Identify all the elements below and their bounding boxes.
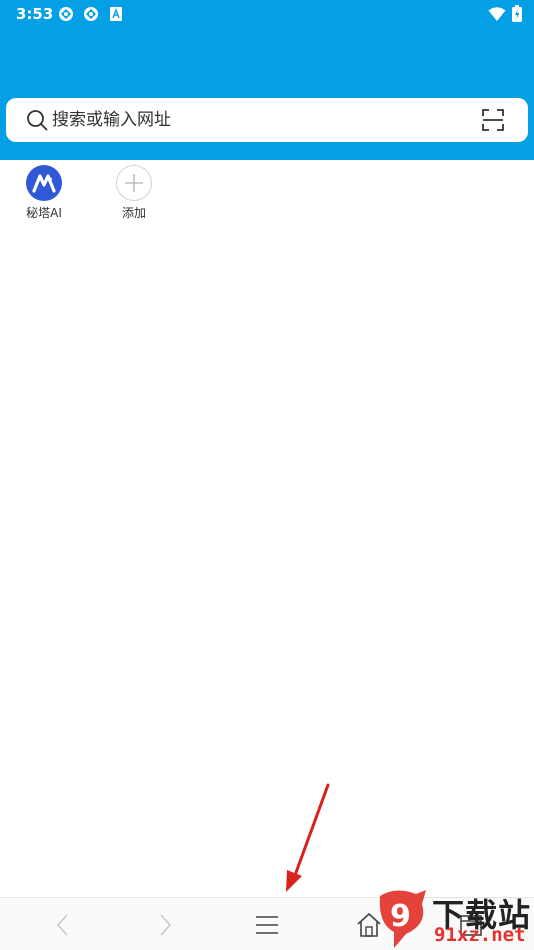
app-notification-icon — [59, 7, 73, 21]
search-icon — [27, 110, 48, 131]
plus-icon — [116, 165, 152, 201]
annotation-arrow-icon — [286, 783, 330, 892]
battery-icon — [512, 5, 522, 22]
back-icon[interactable] — [48, 910, 78, 940]
browser-home-screen: 3:53 搜索或输入网址 秘塔AI 添加 9 下载站 91xz.net — [0, 0, 534, 950]
status-time: 3:53 — [16, 5, 54, 23]
wifi-icon — [488, 6, 506, 21]
app-notification-icon — [84, 7, 98, 21]
search-bar[interactable]: 搜索或输入网址 — [6, 98, 528, 142]
shortcut-label: 添加 — [121, 206, 146, 220]
shortcut-add[interactable]: 添加 — [104, 165, 164, 221]
watermark-number: 9 — [390, 899, 411, 934]
shortcut-label: 秘塔AI — [26, 206, 62, 220]
status-right — [488, 5, 522, 22]
font-notification-icon — [110, 7, 122, 21]
shortcut-mita-ai[interactable]: 秘塔AI — [14, 165, 74, 221]
scan-icon[interactable] — [482, 109, 504, 131]
watermark: 9 下载站 91xz.net — [376, 888, 534, 950]
watermark-logo-icon: 9 — [379, 890, 426, 948]
watermark-url: 91xz.net — [434, 924, 526, 946]
status-bar: 3:53 — [0, 0, 534, 30]
forward-icon[interactable] — [150, 910, 180, 940]
mita-ai-logo-icon — [26, 165, 62, 201]
header: 3:53 搜索或输入网址 — [0, 0, 534, 160]
search-input[interactable]: 搜索或输入网址 — [52, 98, 171, 142]
menu-icon[interactable] — [252, 910, 282, 940]
